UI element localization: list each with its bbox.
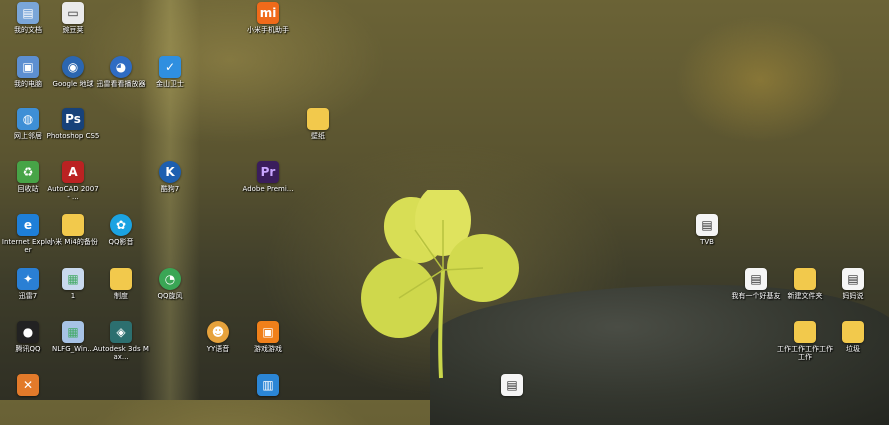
photoshop-icon: Ps <box>62 108 84 130</box>
image-file-icon: ▦ <box>62 321 84 343</box>
desktop-icon-partial[interactable]: ✕ <box>0 374 56 398</box>
wandoujia-icon: ▭ <box>62 2 84 24</box>
internet-explorer-icon: e <box>17 214 39 236</box>
folder-icon <box>110 268 132 290</box>
desktop-icon-photoshop[interactable]: Ps Photoshop CS5 <box>45 108 101 140</box>
desktop-icon-games[interactable]: ▣ 游戏游戏 <box>240 321 296 353</box>
desktop-icon-yy[interactable]: ☻ YY语音 <box>190 321 246 353</box>
desktop-icon-xunlei-player[interactable]: ◕ 迅雷看看播放器 <box>93 56 149 88</box>
desktop-icon-wallpaper[interactable]: 壁纸 <box>290 108 346 140</box>
folder-icon <box>307 108 329 130</box>
image-file-icon: ▦ <box>62 268 84 290</box>
qq-penguin-icon: ● <box>17 321 39 343</box>
desktop-icon-autocad[interactable]: A AutoCAD 2007 - ... <box>45 161 101 201</box>
desktop-icon-tvb[interactable]: ▤ TVB <box>679 214 735 246</box>
text-file-icon: ▤ <box>745 268 767 290</box>
desktop-icon-3dsmax[interactable]: ◈ Autodesk 3ds Max... <box>93 321 149 361</box>
computer-icon: ▣ <box>17 56 39 78</box>
desktop-icon-wandoujia[interactable]: ▭ 豌豆荚 <box>45 2 101 34</box>
desktop-icon-trash-folder[interactable]: 垃圾 <box>825 321 881 353</box>
desktop-icon-kugou[interactable]: K 酷狗7 <box>142 161 198 193</box>
yy-icon: ☻ <box>207 321 229 343</box>
desktop-icon-good-friend[interactable]: ▤ 我有一个好基友 <box>728 268 784 300</box>
autocad-icon: A <box>62 161 84 183</box>
desktop-icon-kingsoft-guard[interactable]: ✓ 金山卫士 <box>142 56 198 88</box>
wallpaper-clover <box>361 190 519 379</box>
3ds-max-icon: ◈ <box>110 321 132 343</box>
game-icon: ▣ <box>257 321 279 343</box>
text-file-icon: ▤ <box>501 374 523 396</box>
whirlwind-icon: ◔ <box>159 268 181 290</box>
xunlei-icon: ✦ <box>17 268 39 290</box>
folder-icon <box>62 214 84 236</box>
recycle-bin-icon: ♻ <box>17 161 39 183</box>
documents-icon: ▤ <box>17 2 39 24</box>
folder-icon <box>794 268 816 290</box>
player-icon: ◕ <box>110 56 132 78</box>
browser-icon: ▥ <box>257 374 279 396</box>
globe-icon: ◉ <box>62 56 84 78</box>
desktop-icon-maxthon[interactable]: ▥ <box>240 374 296 398</box>
mi-logo-icon: mi <box>257 2 279 24</box>
folder-icon <box>842 321 864 343</box>
folder-icon <box>794 321 816 343</box>
premiere-icon: Pr <box>257 161 279 183</box>
kugou-icon: K <box>159 161 181 183</box>
desktop-icon-qq-whirlwind[interactable]: ◔ QQ旋风 <box>142 268 198 300</box>
qq-player-icon: ✿ <box>110 214 132 236</box>
desktop-icon-mom-says[interactable]: ▤ 妈妈说 <box>825 268 881 300</box>
desktop-icon-zhidu[interactable]: 制度 <box>93 268 149 300</box>
desktop-icon-premiere[interactable]: Pr Adobe Premi... <box>240 161 296 193</box>
shield-icon: ✓ <box>159 56 181 78</box>
desktop-icon-text-file[interactable]: ▤ <box>484 374 540 398</box>
desktop-icon-qq-player[interactable]: ✿ QQ影音 <box>93 214 149 246</box>
text-file-icon: ▤ <box>696 214 718 236</box>
app-icon: ✕ <box>17 374 39 396</box>
desktop-icon-mi-assistant[interactable]: mi 小米手机助手 <box>240 2 296 34</box>
network-icon: ◍ <box>17 108 39 130</box>
text-file-icon: ▤ <box>842 268 864 290</box>
